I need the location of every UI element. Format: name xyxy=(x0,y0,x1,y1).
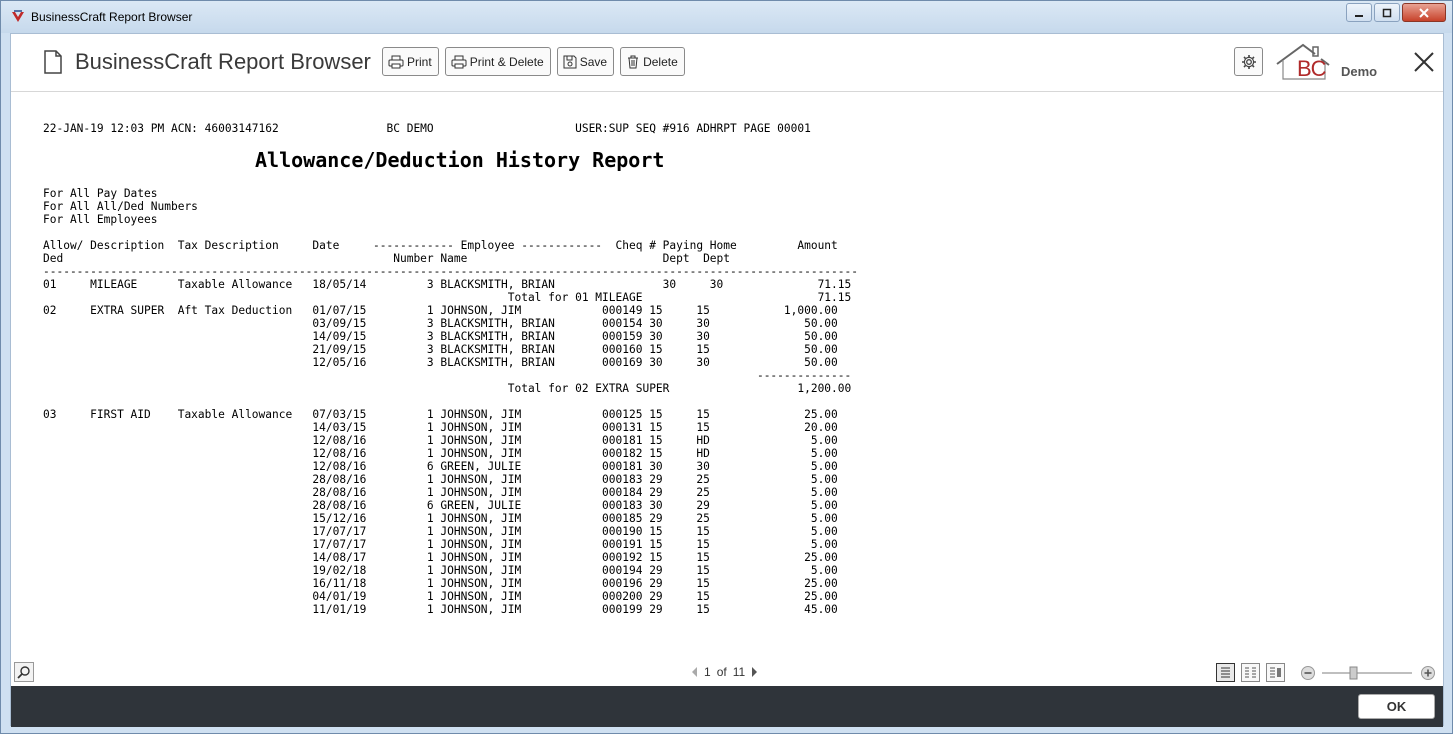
title-bar[interactable]: BusinessCraft Report Browser xyxy=(1,1,1452,33)
report-line: Allow/ Description Tax Description Date … xyxy=(43,239,838,252)
minimize-button[interactable] xyxy=(1346,3,1372,22)
report-line: 14/08/17 1 JOHNSON, JIM 000192 15 15 25.… xyxy=(43,551,838,564)
find-button[interactable] xyxy=(14,662,34,682)
report-line: 28/08/16 1 JOHNSON, JIM 000184 29 25 5.0… xyxy=(43,486,838,499)
report-line: -------------- xyxy=(43,369,852,382)
print-delete-button[interactable]: Print & Delete xyxy=(444,47,551,76)
print-button[interactable]: Print xyxy=(382,47,439,76)
report-line: 22-JAN-19 12:03 PM ACN: 46003147162 BC D… xyxy=(43,122,811,135)
report-line: 12/08/16 6 GREEN, JULIE 000181 30 30 5.0… xyxy=(43,460,838,473)
search-icon xyxy=(17,666,30,679)
report-line: For All All/Ded Numbers xyxy=(43,200,198,213)
logo-text: BC xyxy=(1297,56,1327,81)
report-line: 19/02/18 1 JOHNSON, JIM 000194 29 15 5.0… xyxy=(43,564,838,577)
report-line: Ded Number Name Dept Dept xyxy=(43,252,731,265)
print-delete-label: Print & Delete xyxy=(469,54,544,69)
report-browser-window: BusinessCraft Report Browser BusinessCra… xyxy=(0,0,1453,734)
zoom-slider[interactable] xyxy=(1300,664,1436,682)
document-icon xyxy=(44,50,62,74)
report-line xyxy=(43,135,858,148)
maximize-icon xyxy=(1382,8,1392,17)
save-button[interactable]: Save xyxy=(556,47,615,76)
next-page-icon[interactable] xyxy=(751,666,758,678)
settings-button[interactable] xyxy=(1234,47,1263,76)
previous-page-icon[interactable] xyxy=(691,666,698,678)
close-icon[interactable] xyxy=(1413,51,1435,73)
two-page-icon xyxy=(1245,667,1256,678)
report-line: Total for 01 MILEAGE 71.15 xyxy=(43,291,852,304)
client-area: BusinessCraft Report Browser Print Print… xyxy=(10,33,1444,727)
report-line: 16/11/18 1 JOHNSON, JIM 000196 29 15 25.… xyxy=(43,577,838,590)
report-line: 11/01/19 1 JOHNSON, JIM 000199 29 15 45.… xyxy=(43,603,838,616)
single-page-view-button[interactable] xyxy=(1216,663,1235,682)
delete-button[interactable]: Delete xyxy=(620,47,685,76)
floppy-disk-icon xyxy=(563,55,577,68)
minimize-icon xyxy=(1355,14,1363,17)
report-line: 01 MILEAGE Taxable Allowance 18/05/14 3 … xyxy=(43,278,852,291)
window-title: BusinessCraft Report Browser xyxy=(31,10,193,24)
book-page-icon xyxy=(1270,667,1281,678)
report-line: 14/03/15 1 JOHNSON, JIM 000131 15 15 20.… xyxy=(43,421,838,434)
close-icon xyxy=(1419,7,1429,18)
page-title: BusinessCraft Report Browser xyxy=(75,49,371,74)
delete-label: Delete xyxy=(643,54,678,69)
report-line: 14/09/15 3 BLACKSMITH, BRIAN 000159 30 3… xyxy=(43,330,838,343)
report-view[interactable]: 22-JAN-19 12:03 PM ACN: 46003147162 BC D… xyxy=(11,93,1443,660)
single-page-icon xyxy=(1221,667,1230,678)
app-header: BusinessCraft Report Browser Print Print… xyxy=(11,34,1443,92)
gear-icon xyxy=(1241,54,1256,69)
report-body: 22-JAN-19 12:03 PM ACN: 46003147162 BC D… xyxy=(43,122,858,616)
page-navigator: 1 of 11 xyxy=(691,665,758,679)
report-line: 04/01/19 1 JOHNSON, JIM 000200 29 15 25.… xyxy=(43,590,838,603)
trash-icon xyxy=(628,55,639,68)
view-mode-buttons xyxy=(1216,663,1285,682)
report-line: 02 EXTRA SUPER Aft Tax Deduction 01/07/1… xyxy=(43,304,838,317)
window-close-button[interactable] xyxy=(1402,3,1446,22)
report-line: 15/12/16 1 JOHNSON, JIM 000185 29 25 5.0… xyxy=(43,512,838,525)
footer-bar: 1 of 11 xyxy=(11,660,1443,686)
report-line: 28/08/16 1 JOHNSON, JIM 000183 29 25 5.0… xyxy=(43,473,838,486)
report-line: 21/09/15 3 BLACKSMITH, BRIAN 000160 15 1… xyxy=(43,343,838,356)
report-line xyxy=(43,395,858,408)
toolbar: Print Print & Delete Save Delete xyxy=(382,47,685,76)
dialog-button-bar: OK xyxy=(11,686,1443,727)
maximize-button[interactable] xyxy=(1374,3,1400,22)
report-line: 12/08/16 1 JOHNSON, JIM 000182 15 HD 5.0… xyxy=(43,447,838,460)
page-current: 1 xyxy=(704,665,711,679)
report-line: 12/08/16 1 JOHNSON, JIM 000181 15 HD 5.0… xyxy=(43,434,838,447)
report-line: For All Pay Dates xyxy=(43,187,158,200)
page-of: of xyxy=(716,665,727,679)
report-line: 03 FIRST AID Taxable Allowance 07/03/15 … xyxy=(43,408,838,421)
report-line: ----------------------------------------… xyxy=(43,265,858,278)
report-line xyxy=(43,226,858,239)
bc-logo: BC xyxy=(1275,42,1333,82)
report-line: 12/05/16 3 BLACKSMITH, BRIAN 000169 30 3… xyxy=(43,356,838,369)
ok-button[interactable]: OK xyxy=(1358,694,1435,719)
window-controls xyxy=(1346,3,1446,22)
book-view-button[interactable] xyxy=(1266,663,1285,682)
save-label: Save xyxy=(579,54,608,69)
report-title: Allowance/Deduction History Report xyxy=(255,148,665,172)
print-label: Print xyxy=(407,54,432,69)
two-page-view-button[interactable] xyxy=(1241,663,1260,682)
report-line: For All Employees xyxy=(43,213,158,226)
report-line: 17/07/17 1 JOHNSON, JIM 000190 15 15 5.0… xyxy=(43,525,838,538)
zoom-thumb[interactable] xyxy=(1349,666,1358,680)
printer-icon xyxy=(451,55,467,68)
report-line: 28/08/16 6 GREEN, JULIE 000183 30 29 5.0… xyxy=(43,499,838,512)
demo-label: Demo xyxy=(1341,64,1378,79)
app-icon xyxy=(12,10,24,22)
printer-icon xyxy=(388,55,404,68)
report-line: 17/07/17 1 JOHNSON, JIM 000191 15 15 5.0… xyxy=(43,538,838,551)
report-line: Total for 02 EXTRA SUPER 1,200.00 xyxy=(43,382,852,395)
page-total: 11 xyxy=(732,665,746,679)
report-line: 03/09/15 3 BLACKSMITH, BRIAN 000154 30 3… xyxy=(43,317,838,330)
report-line xyxy=(43,174,858,187)
